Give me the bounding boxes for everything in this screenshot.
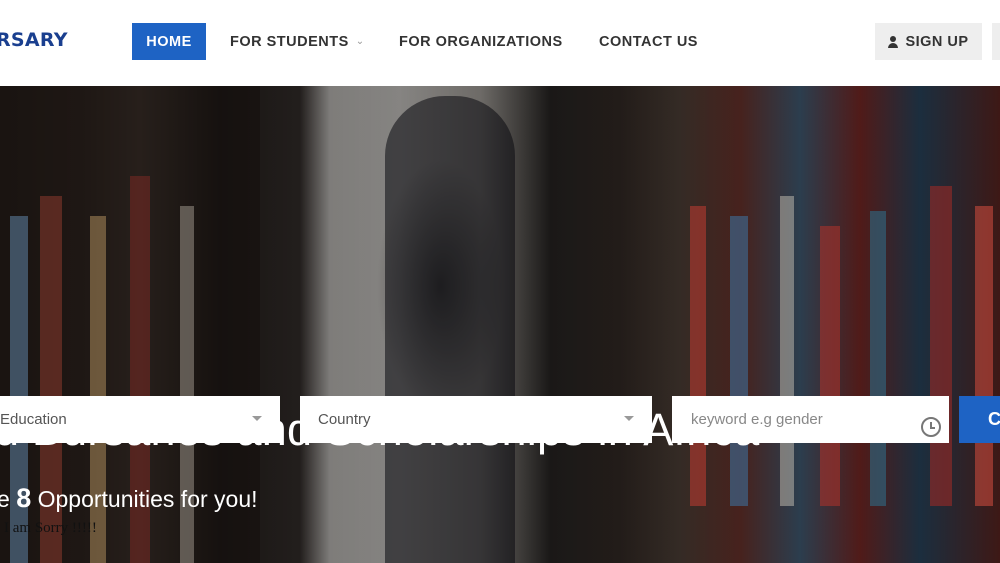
nav-for-organizations[interactable]: FOR ORGANIZATIONS xyxy=(399,23,563,60)
opportunities-suffix: Opportunities for you! xyxy=(31,486,258,512)
sign-up-label: SIGN UP xyxy=(905,33,969,50)
nav-home[interactable]: HOME xyxy=(132,23,206,60)
country-select-value: Country xyxy=(318,411,371,428)
site-header: RSARY HOME FOR STUDENTS ⌄ FOR ORGANIZATI… xyxy=(0,0,1000,86)
nav-contact-us[interactable]: CONTACT US xyxy=(599,23,698,60)
country-select[interactable]: Country xyxy=(300,396,652,443)
sign-up-button[interactable]: SIGN UP xyxy=(875,23,982,60)
caret-down-icon xyxy=(624,416,634,421)
opportunities-count: 8 xyxy=(16,483,32,513)
opportunities-prefix: e xyxy=(0,486,10,512)
chevron-down-icon: ⌄ xyxy=(355,36,365,47)
secondary-header-button[interactable] xyxy=(992,23,1000,60)
site-logo[interactable]: RSARY xyxy=(0,29,68,51)
opportunities-count-text: e 8 Opportunities for you! xyxy=(0,483,258,514)
caret-down-icon xyxy=(252,416,262,421)
keyword-input[interactable]: keyword e.g gender xyxy=(672,396,949,443)
nav-for-students[interactable]: FOR STUDENTS ⌄ xyxy=(230,23,365,60)
person-silhouette xyxy=(385,96,515,563)
book-decoration xyxy=(730,216,748,506)
nav-for-students-label: FOR STUDENTS xyxy=(230,33,349,50)
book-decoration xyxy=(975,206,993,506)
education-select-value: Education xyxy=(0,411,67,428)
sorry-message: I am Sorry !!!!! xyxy=(4,520,97,536)
book-decoration xyxy=(930,186,952,506)
education-select[interactable]: Education xyxy=(0,396,280,443)
book-decoration xyxy=(870,211,886,506)
user-icon xyxy=(888,35,899,48)
keyword-input-placeholder: keyword e.g gender xyxy=(691,411,823,428)
clock-icon xyxy=(921,417,941,437)
search-button[interactable]: C xyxy=(959,396,1000,443)
book-decoration xyxy=(820,226,840,506)
book-decoration xyxy=(780,196,794,506)
book-decoration xyxy=(690,206,706,506)
